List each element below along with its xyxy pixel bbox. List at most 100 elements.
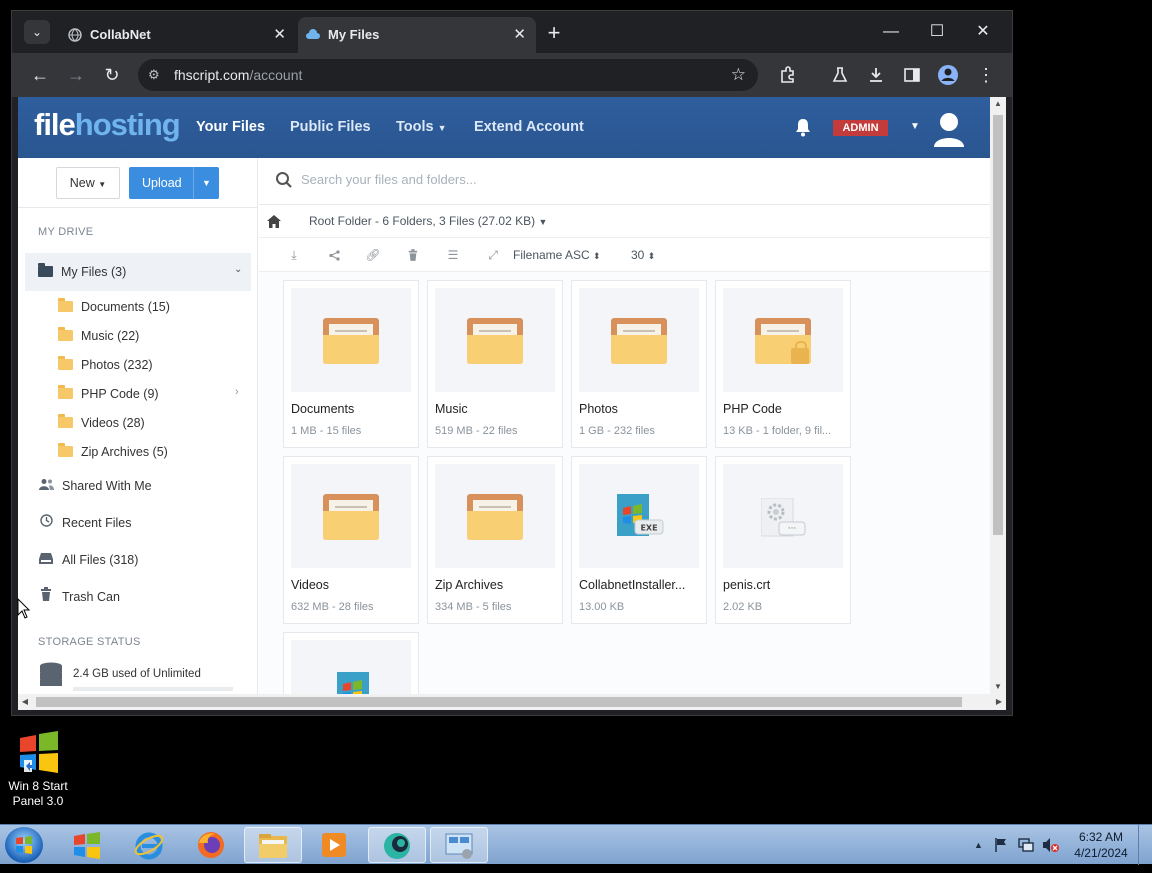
home-icon[interactable] (267, 205, 281, 240)
vertical-scrollbar[interactable]: ▲ ▼ (990, 97, 1006, 694)
sidebar-item-zip-archives[interactable]: Zip Archives (5) (58, 441, 168, 463)
mouse-cursor-icon (17, 598, 31, 619)
sidebar-item-shared[interactable]: Shared With Me (38, 475, 152, 497)
folder-icon (58, 298, 73, 312)
bookmark-star-icon[interactable]: ☆ (731, 59, 746, 91)
downloads-icon[interactable] (862, 61, 890, 89)
address-bar[interactable]: ⚙ fhscript.com/account ☆ (138, 59, 758, 91)
windows-flag-taskbar-icon[interactable] (58, 827, 116, 863)
close-tab-icon[interactable]: ✕ (273, 17, 286, 53)
scroll-left-icon[interactable]: ◀ (18, 694, 32, 710)
breadcrumb-root-folder[interactable]: Root Folder - 6 Folders, 3 Files (27.02 … (309, 205, 547, 239)
chevron-down-icon[interactable]: ⌄ (234, 264, 242, 275)
folder-thumbnail (435, 464, 555, 568)
horizontal-scrollbar[interactable]: ◀ ▶ (18, 694, 1006, 710)
side-panel-icon[interactable] (898, 61, 926, 89)
file-card-penis-crt[interactable]: ··· penis.crt 2.02 KB (715, 456, 851, 624)
profile-icon[interactable] (934, 61, 962, 89)
file-explorer-taskbar-icon[interactable] (244, 827, 302, 863)
tab-my-files[interactable]: My Files ✕ (298, 17, 536, 53)
delete-icon[interactable] (404, 238, 422, 274)
tab-search-button[interactable]: ⌄ (24, 20, 50, 44)
sidebar-item-music[interactable]: Music (22) (58, 325, 139, 347)
page-viewport: filehosting Your Files Public Files Tool… (18, 97, 990, 694)
scroll-right-icon[interactable]: ▶ (992, 694, 1006, 710)
action-toolbar: ⤓ 🔗︎ ☰ ⤢ Filename ASC ⬍ 30 ⬍ (259, 238, 990, 272)
sidebar-item-trash[interactable]: Trash Can (38, 586, 120, 608)
tab-collabnet[interactable]: CollabNet ✕ (60, 17, 296, 53)
sort-select[interactable]: Filename ASC ⬍ (513, 238, 601, 273)
sidebar: New ▼ Upload ▼ MY DRIVE My Files (3) ⌄ D… (18, 158, 258, 694)
back-button[interactable]: ← (26, 61, 54, 89)
scroll-up-icon[interactable]: ▲ (990, 97, 1006, 111)
firefox-taskbar-icon[interactable] (182, 827, 240, 863)
fullscreen-icon[interactable]: ⤢ (484, 238, 502, 272)
show-desktop-button[interactable] (1138, 825, 1152, 865)
admin-badge[interactable]: ADMIN (833, 120, 888, 136)
media-player-taskbar-icon[interactable] (306, 827, 364, 863)
nav-public-files[interactable]: Public Files (290, 119, 371, 135)
site-logo[interactable]: filehosting (34, 107, 181, 143)
browser-menu-icon[interactable]: ⋮ (972, 61, 1000, 89)
labs-flask-icon[interactable] (826, 61, 854, 89)
scrollbar-thumb[interactable] (36, 697, 962, 707)
url-text: fhscript.com/account (174, 67, 303, 83)
account-dropdown-icon[interactable]: ▼ (910, 121, 920, 132)
reload-button[interactable]: ↻ (98, 61, 126, 89)
close-tab-icon[interactable]: ✕ (513, 17, 526, 53)
folder-card-zip-archives[interactable]: Zip Archives 334 MB - 5 files (427, 456, 563, 624)
maximize-button[interactable]: ☐ (914, 17, 960, 47)
user-avatar[interactable] (932, 111, 966, 147)
clock[interactable]: 6:32 AM 4/21/2024 (1066, 829, 1136, 861)
sidebar-item-all-files[interactable]: All Files (318) (38, 549, 138, 571)
folder-icon (611, 318, 667, 364)
upload-dropdown-icon[interactable]: ▼ (193, 167, 219, 199)
show-hidden-icons[interactable]: ▲ (974, 825, 983, 865)
new-tab-button[interactable]: + (540, 19, 568, 47)
nav-extend-account[interactable]: Extend Account (474, 119, 584, 135)
collabnet-installer-taskbar-icon[interactable] (368, 827, 426, 863)
scrollbar-thumb[interactable] (993, 115, 1003, 535)
sidebar-item-photos[interactable]: Photos (232) (58, 354, 153, 376)
volume-muted-icon[interactable] (1042, 825, 1060, 869)
win8-start-panel-shortcut[interactable]: Win 8 Start Panel 3.0 (4, 728, 72, 809)
download-icon[interactable]: ⤓ (285, 238, 303, 272)
action-center-flag-icon[interactable] (994, 825, 1008, 869)
minimize-button[interactable]: — (868, 17, 914, 47)
search-input[interactable] (301, 172, 901, 187)
extensions-icon[interactable] (774, 61, 802, 89)
nav-your-files[interactable]: Your Files (196, 119, 265, 135)
folder-card-music[interactable]: Music 519 MB - 22 files (427, 280, 563, 448)
folder-card-documents[interactable]: Documents 1 MB - 15 files (283, 280, 419, 448)
start-button[interactable] (5, 827, 43, 863)
folder-card-photos[interactable]: Photos 1 GB - 232 files (571, 280, 707, 448)
internet-explorer-taskbar-icon[interactable] (120, 827, 178, 863)
site-settings-icon[interactable]: ⚙ (148, 59, 168, 91)
scroll-down-icon[interactable]: ▼ (990, 680, 1006, 694)
per-page-select[interactable]: 30 ⬍ (631, 238, 655, 273)
sidebar-item-documents[interactable]: Documents (15) (58, 296, 170, 318)
upload-button[interactable]: Upload ▼ (129, 167, 219, 199)
network-icon[interactable] (1018, 825, 1034, 869)
sidebar-item-videos[interactable]: Videos (28) (58, 412, 145, 434)
file-card-partial[interactable] (283, 632, 419, 694)
control-panel-taskbar-icon[interactable] (430, 827, 488, 863)
trash-icon (38, 586, 54, 608)
new-button[interactable]: New ▼ (56, 167, 120, 199)
sidebar-item-my-files[interactable]: My Files (3) (38, 261, 126, 283)
sidebar-item-php-code[interactable]: PHP Code (9) (58, 383, 159, 405)
nav-tools[interactable]: Tools ▼ (396, 119, 447, 135)
share-icon[interactable] (325, 238, 343, 274)
folder-card-php-code[interactable]: PHP Code 13 KB - 1 folder, 9 fil... (715, 280, 851, 448)
notifications-bell-icon[interactable] (794, 117, 812, 142)
chevron-right-icon[interactable]: › (235, 386, 239, 398)
file-card-collabnet-installer[interactable]: EXE CollabnetInstaller... 13.00 KB (571, 456, 707, 624)
list-view-icon[interactable]: ☰ (444, 238, 462, 272)
folder-card-videos[interactable]: Videos 632 MB - 28 files (283, 456, 419, 624)
folder-icon (323, 318, 379, 364)
folder-icon (323, 494, 379, 540)
close-window-button[interactable]: ✕ (960, 17, 1006, 47)
forward-button[interactable]: → (62, 61, 90, 89)
link-icon[interactable]: 🔗︎ (364, 238, 382, 272)
sidebar-item-recent[interactable]: Recent Files (38, 512, 131, 534)
